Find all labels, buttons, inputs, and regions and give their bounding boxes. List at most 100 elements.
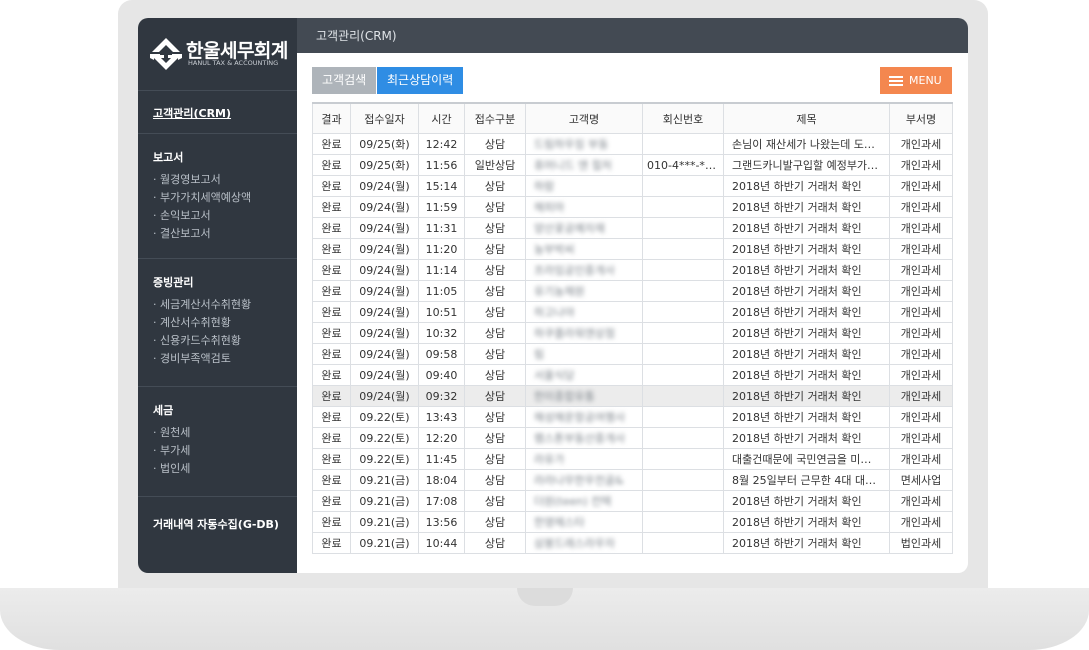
sidebar-item-gdb[interactable]: 거래내역 자동수집(G-DB) [153,497,282,532]
col-title[interactable]: 제목 [723,102,890,134]
cell-result: 완료 [312,196,351,218]
cell-type: 상담 [464,133,526,155]
cell-phone [642,406,724,428]
table-body: 완료 09/25(화) 12:42 상담 드림하우징 부동 손님이 재산세가 나왔는데 도… [312,133,953,554]
cell-result: 완료 [312,154,351,176]
cell-phone [642,196,724,218]
cell-type: 상담 [464,322,526,344]
cell-result: 완료 [312,532,351,554]
cell-dept: 개인과세 [889,280,953,302]
cell-time: 10:51 [418,301,465,323]
cell-result: 완료 [312,301,351,323]
sidebar-item-monthly-report[interactable]: · 월경영보고서 [153,171,282,189]
cell-dept: 개인과세 [889,196,953,218]
table-row[interactable]: 완료 09.21(금) 18:04 상담 라라나무한우전골& 8월 25일부터 근무한 4… [312,469,953,491]
col-result[interactable]: 결과 [312,102,351,134]
cell-result: 완료 [312,427,351,449]
customer-name: 해성해운항공여행사 [534,411,626,424]
sidebar-item-credit-card-status[interactable]: · 신용카드수취현황 [153,332,282,350]
cell-time: 11:59 [418,196,465,218]
cell-time: 11:05 [418,280,465,302]
cell-customer: 휴머니드 앤 컬처 [525,154,643,176]
table-row[interactable]: 완료 09/24(월) 15:14 상담 하람 2018년 하반기 거래처 확인 개인과세 [312,175,953,197]
table-row[interactable]: 완료 09.22(토) 12:20 상담 램스톤부동산중개사 2018년 하반기 거래처 … [312,427,953,449]
cell-time: 12:20 [418,427,465,449]
sidebar-item-crm[interactable]: 고객관리(CRM) [153,91,282,121]
customer-name: 더원(teen) 컨텍 [534,495,612,508]
table-row[interactable]: 완료 09/24(월) 11:31 상담 양산꽃공예자재 2018년 하반기 거래처 확인… [312,217,953,239]
table-row[interactable]: 완료 09.21(금) 17:08 상담 더원(teen) 컨텍 2018년 하반기 거래… [312,490,953,512]
sidebar-item-invoice-status[interactable]: · 계산서수취현황 [153,314,282,332]
customer-name: 라유가 [534,453,565,466]
table-row[interactable]: 완료 09/24(월) 10:51 상담 하고나야 2018년 하반기 거래처 확인 개인과… [312,301,953,323]
col-time[interactable]: 시간 [418,102,465,134]
cell-customer: 한영헤스타 [525,511,643,533]
cell-customer: 라라나무한우전골& [525,469,643,491]
cell-customer: 양산꽃공예자재 [525,217,643,239]
cell-time: 11:20 [418,238,465,260]
cell-type: 상담 [464,427,526,449]
table-header-row: 결과 접수일자 시간 접수구분 고객명 회신번호 제목 부서명 [312,102,953,134]
sidebar-item-vat-estimate[interactable]: · 부가가치세액예상액 [153,189,282,207]
col-phone[interactable]: 회신번호 [642,102,724,134]
col-date[interactable]: 접수일자 [350,102,419,134]
tab-recent-consultations[interactable]: 최근상담이력 [377,67,464,94]
col-customer[interactable]: 고객명 [525,102,643,134]
col-type[interactable]: 접수구분 [464,102,526,134]
cell-time: 09:32 [418,385,465,407]
table-row[interactable]: 완료 09/24(월) 11:59 상담 해피마 2018년 하반기 거래처 확인 개인과세 [312,196,953,218]
cell-type: 상담 [464,280,526,302]
cell-type: 상담 [464,532,526,554]
table-row[interactable]: 완료 09/24(월) 09:40 상담 서울식당 2018년 하반기 거래처 확인 개인과… [312,364,953,386]
cell-time: 13:56 [418,511,465,533]
menu-button[interactable]: MENU [880,67,952,94]
cell-title: 2018년 하반기 거래처 확인 [723,280,890,302]
sidebar-item-settlement-report[interactable]: · 결산보고서 [153,225,282,243]
cell-date: 09/24(월) [350,301,419,323]
cell-time: 11:14 [418,259,465,281]
cell-result: 완료 [312,406,351,428]
table-row[interactable]: 완료 09/25(화) 12:42 상담 드림하우징 부동 손님이 재산세가 나왔는데 도… [312,133,953,155]
table-row[interactable]: 완료 09/24(월) 11:20 상담 농부박씨 2018년 하반기 거래처 확인 개인과… [312,238,953,260]
cell-time: 18:04 [418,469,465,491]
cell-result: 완료 [312,238,351,260]
cell-customer: 하고나야 [525,301,643,323]
menu-label: MENU [909,74,942,87]
tab-customer-search[interactable]: 고객검색 [312,67,377,94]
table-row[interactable]: 완료 09.22(토) 11:45 상담 라유가 대출건때문에 국민연금을 미… 개인과세 [312,448,953,470]
sidebar-item-tax-invoice-status[interactable]: · 세금계산서수취현황 [153,296,282,314]
table-row[interactable]: 완료 09/24(월) 09:32 상담 한미종합유통 2018년 하반기 거래처 확인 개… [312,385,953,407]
cell-result: 완료 [312,322,351,344]
cell-phone [642,238,724,260]
sidebar-item-corporate-tax[interactable]: · 법인세 [153,460,282,478]
cell-date: 09/24(월) [350,385,419,407]
col-dept[interactable]: 부서명 [889,102,953,134]
cell-title: 2018년 하반기 거래처 확인 [723,385,890,407]
table-row[interactable]: 완료 09/24(월) 10:32 상담 하쿠플라워앤상점 2018년 하반기 거래처 확… [312,322,953,344]
table-row[interactable]: 완료 09/24(월) 11:05 상담 유기농채원 2018년 하반기 거래처 확인 개인… [312,280,953,302]
logo-mark-icon [150,38,182,70]
table-row[interactable]: 완료 09/24(월) 11:14 상담 프라임공인중개사 2018년 하반기 거래처 확… [312,259,953,281]
cell-date: 09/25(화) [350,133,419,155]
table-row[interactable]: 완료 09.22(토) 13:43 상담 해성해운항공여행사 2018년 하반기 거래처 … [312,406,953,428]
logo[interactable]: 한울세무회계 HANUL TAX & ACCOUNTING [138,18,297,91]
table-row[interactable]: 완료 09/24(월) 09:58 상담 림 2018년 하반기 거래처 확인 개인과세 [312,343,953,365]
cell-type: 상담 [464,238,526,260]
sidebar-item-withholding-tax[interactable]: · 원천세 [153,424,282,442]
sidebar-block-reports: 보고서 · 월경영보고서 · 부가가치세액예상액 · 손익보고서 · 결산보고서 [138,134,297,259]
cell-date: 09.21(금) [350,490,419,512]
table-row[interactable]: 완료 09.21(금) 10:44 상담 삼봉드래스라우자 2018년 하반기 거래처 확… [312,532,953,554]
sidebar-item-income-statement[interactable]: · 손익보고서 [153,207,282,225]
cell-customer: 프라임공인중개사 [525,259,643,281]
table-row[interactable]: 완료 09.21(금) 13:56 상담 한영헤스타 2018년 하반기 거래처 확인 개인… [312,511,953,533]
customer-name: 휴머니드 앤 컬처 [534,159,612,172]
table-row[interactable]: 완료 09/25(화) 11:56 일반상담 휴머니드 앤 컬처 010-4***-***… [312,154,953,176]
cell-customer: 해성해운항공여행사 [525,406,643,428]
cell-time: 11:31 [418,217,465,239]
sidebar-item-expense-review[interactable]: · 경비부족액검토 [153,350,282,368]
customer-name: 양산꽃공예자재 [534,222,605,235]
sidebar-item-vat[interactable]: · 부가세 [153,442,282,460]
cell-phone [642,385,724,407]
cell-dept: 개인과세 [889,301,953,323]
cell-dept: 개인과세 [889,217,953,239]
